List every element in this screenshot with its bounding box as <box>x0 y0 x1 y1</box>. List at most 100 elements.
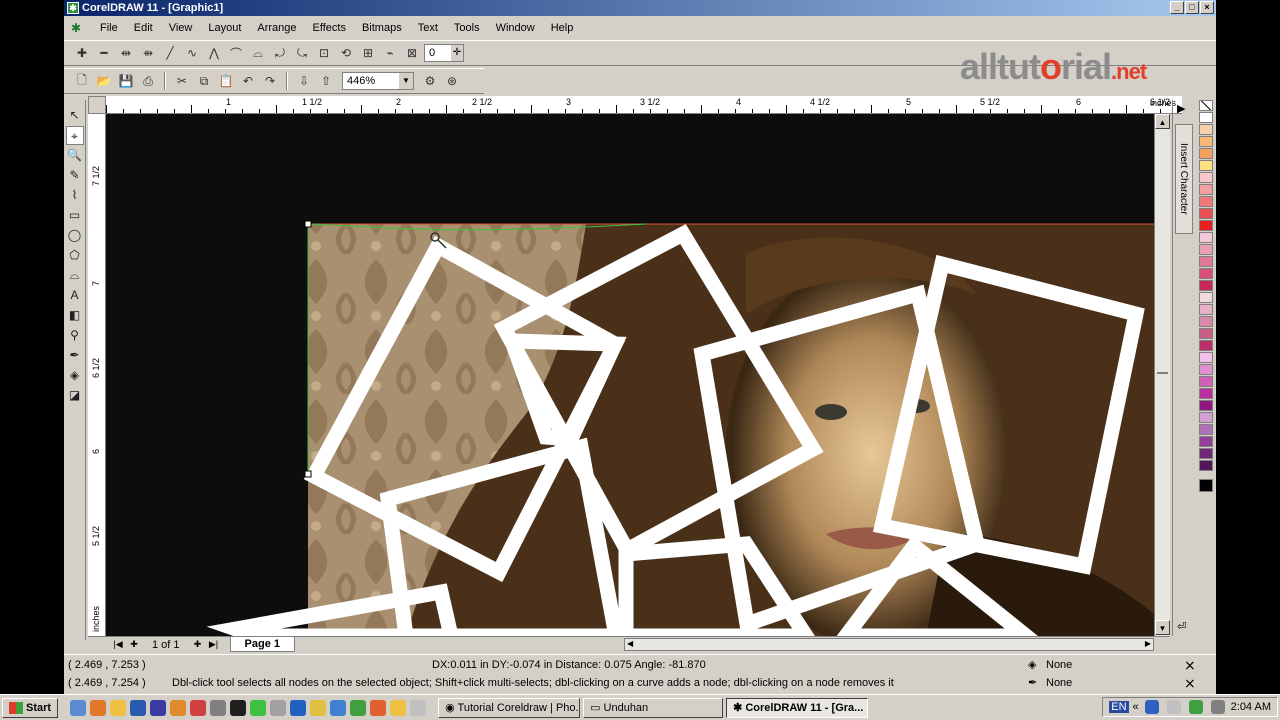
page-tab-1[interactable]: Page 1 <box>229 637 295 652</box>
coin-icon[interactable] <box>310 699 327 716</box>
delete-node-icon[interactable]: ━ <box>94 43 114 63</box>
break-curve-icon[interactable]: ⇻ <box>138 43 158 63</box>
color-swatch[interactable] <box>1199 460 1213 471</box>
outline-tool-icon[interactable]: ✒ <box>66 346 84 365</box>
join-nodes-icon[interactable]: ⇹ <box>116 43 136 63</box>
color-swatch[interactable] <box>1199 196 1213 207</box>
curve-node-start[interactable] <box>304 220 312 228</box>
elastic-mode-icon[interactable]: ⌁ <box>380 43 400 63</box>
corel-online-icon[interactable]: ⊛ <box>442 71 462 91</box>
photo-app-icon[interactable] <box>370 699 387 716</box>
ellipse-tool-icon[interactable]: ◯ <box>66 226 84 245</box>
menu-file[interactable]: File <box>92 22 126 34</box>
show-desktop-icon[interactable] <box>70 699 87 716</box>
document-control-icon[interactable]: ✱ <box>68 21 84 35</box>
color-swatch[interactable] <box>1199 136 1213 147</box>
no-fill-icon[interactable]: ⨯ <box>1184 657 1196 674</box>
menu-window[interactable]: Window <box>488 22 543 34</box>
last-page-icon[interactable]: ▶| <box>206 639 222 650</box>
color-swatch[interactable] <box>1199 352 1213 363</box>
no-outline-icon[interactable]: ⨯ <box>1184 675 1196 692</box>
docker-tab-insert-character[interactable]: Insert Character <box>1175 124 1193 234</box>
color-swatch[interactable] <box>1199 220 1213 231</box>
misc-app-icon[interactable] <box>410 699 427 716</box>
menu-view[interactable]: View <box>161 22 201 34</box>
tray-expand-icon[interactable]: « <box>1133 701 1139 713</box>
color-swatch[interactable] <box>1199 292 1213 303</box>
menu-layout[interactable]: Layout <box>200 22 249 34</box>
zoom-tool-icon[interactable]: 🔍 <box>66 146 84 165</box>
chrome-icon[interactable] <box>170 699 187 716</box>
extend-curve-icon[interactable]: ⤿ <box>292 43 312 63</box>
color-swatch[interactable] <box>1199 208 1213 219</box>
open-icon[interactable]: 📂 <box>94 71 114 91</box>
vertical-ruler[interactable]: 7 1/2 7 6 1/2 6 5 1/2 inches <box>88 114 106 636</box>
redo-icon[interactable]: ↷ <box>260 71 280 91</box>
add-node-icon[interactable]: ✚ <box>72 43 92 63</box>
shape-tool-icon[interactable]: ⌖ <box>65 126 84 145</box>
word-icon[interactable] <box>130 699 147 716</box>
cusp-node-icon[interactable]: ⋀ <box>204 43 224 63</box>
color-swatch[interactable] <box>1199 256 1213 267</box>
reverse-curve-icon[interactable]: ⤾ <box>270 43 290 63</box>
horizontal-ruler[interactable]: 1 1 1/2 2 2 1/2 3 3 1/2 4 4 1/2 5 5 1/2 … <box>106 96 1182 114</box>
copy-icon[interactable]: ⧉ <box>194 71 214 91</box>
color-swatch[interactable] <box>1199 124 1213 135</box>
scroll-left-icon[interactable]: ◀ <box>627 639 633 648</box>
freehand-tool-icon[interactable]: ✎ <box>66 166 84 185</box>
task-coreldraw[interactable]: ✱ CorelDRAW 11 - [Gra... <box>726 697 869 718</box>
color-swatch[interactable] <box>1199 400 1213 411</box>
language-indicator[interactable]: EN <box>1109 701 1129 713</box>
chevron-down-icon[interactable]: ▼ <box>399 73 413 89</box>
maximize-button[interactable]: □ <box>1185 1 1199 14</box>
rotate-nodes-icon[interactable]: ⟲ <box>336 43 356 63</box>
add-page-before-icon[interactable]: ✚ <box>126 639 142 650</box>
menu-effects[interactable]: Effects <box>305 22 354 34</box>
pick-tool-icon[interactable]: ↖ <box>66 106 84 125</box>
close-button[interactable]: × <box>1200 1 1214 14</box>
utility-icon[interactable] <box>270 699 287 716</box>
fill-tool-icon[interactable]: ◈ <box>66 366 84 385</box>
curve-smoothness-input[interactable]: 0 ✛ <box>424 44 464 62</box>
tray-app-icon[interactable] <box>1210 700 1225 714</box>
color-swatch[interactable] <box>1199 112 1213 123</box>
color-swatch[interactable] <box>1199 364 1213 375</box>
save-icon[interactable]: 💾 <box>116 71 136 91</box>
menu-help[interactable]: Help <box>543 22 582 34</box>
color-swatch[interactable] <box>1199 160 1213 171</box>
paste-icon[interactable]: 📋 <box>216 71 236 91</box>
task-browser[interactable]: ◉ Tutorial Coreldraw | Pho... <box>438 697 581 718</box>
export-icon[interactable]: ⇧ <box>316 71 336 91</box>
spin-plus-icon[interactable]: ✛ <box>451 45 463 61</box>
menu-bitmaps[interactable]: Bitmaps <box>354 22 410 34</box>
rectangle-tool-icon[interactable]: ▭ <box>66 206 84 225</box>
no-color-swatch[interactable] <box>1199 100 1213 111</box>
coreldraw-app-icon[interactable]: ✱ <box>67 2 79 14</box>
first-page-icon[interactable]: |◀ <box>110 639 126 650</box>
menu-text[interactable]: Text <box>410 22 446 34</box>
interactive-tool-icon[interactable]: ◧ <box>66 306 84 325</box>
folder-icon[interactable] <box>110 699 127 716</box>
color-swatch[interactable] <box>1199 172 1213 183</box>
curve-node-left[interactable] <box>304 470 312 478</box>
add-page-after-icon[interactable]: ✚ <box>190 639 206 650</box>
ruler-origin[interactable] <box>88 96 106 114</box>
app-quicklaunch-icon[interactable] <box>150 699 167 716</box>
to-line-icon[interactable]: ╱ <box>160 43 180 63</box>
application-launcher-icon[interactable]: ⚙ <box>420 71 440 91</box>
color-swatch[interactable] <box>1199 388 1213 399</box>
menu-tools[interactable]: Tools <box>446 22 488 34</box>
to-curve-icon[interactable]: ∿ <box>182 43 202 63</box>
task-downloads-folder[interactable]: ▭ Unduhan <box>583 697 724 718</box>
firefox-icon[interactable] <box>90 699 107 716</box>
tool-quicklaunch-icon[interactable] <box>210 699 227 716</box>
start-button[interactable]: Start <box>2 697 59 718</box>
antivirus-icon[interactable] <box>1188 700 1203 714</box>
print-icon[interactable]: ⎙ <box>138 71 158 91</box>
basic-shapes-icon[interactable]: ⌓ <box>66 266 84 285</box>
artwork[interactable] <box>106 114 1154 636</box>
import-icon[interactable]: ⇩ <box>294 71 314 91</box>
volume-icon[interactable] <box>1166 700 1181 714</box>
paint-icon[interactable] <box>350 699 367 716</box>
text-tool-icon[interactable]: A <box>66 286 84 305</box>
